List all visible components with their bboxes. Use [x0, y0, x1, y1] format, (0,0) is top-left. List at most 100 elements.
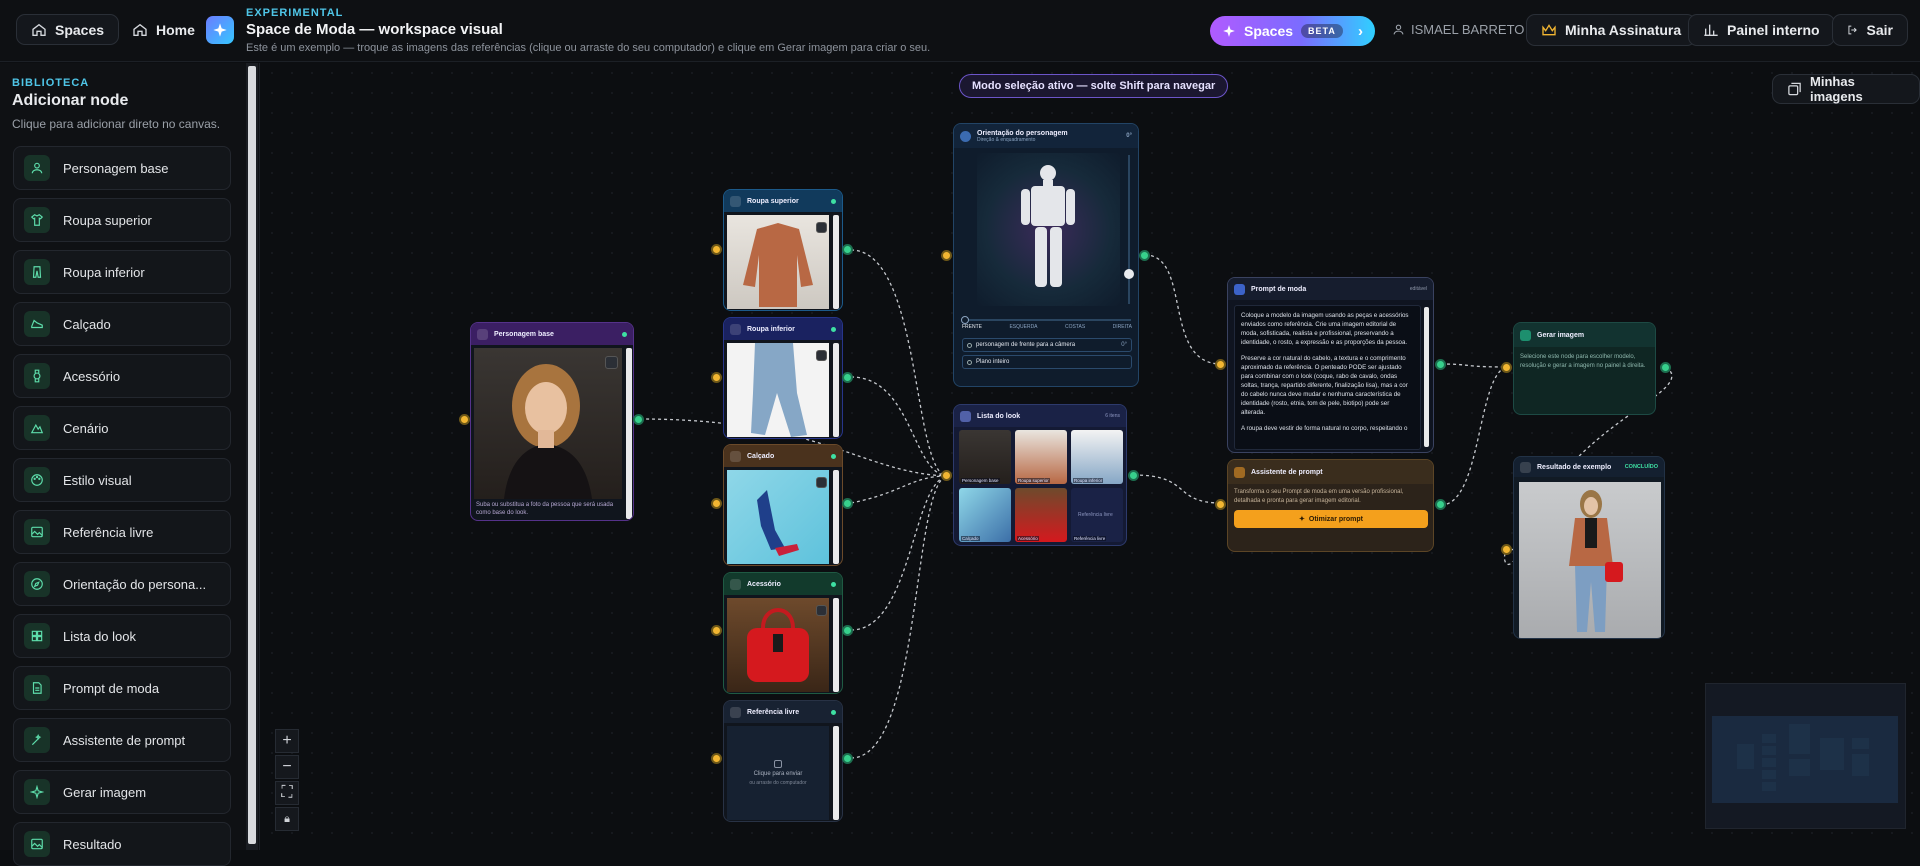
port-out-referencia-livre[interactable] — [842, 753, 853, 764]
look-item-thumb[interactable]: Roupa superior — [1015, 430, 1067, 484]
vertical-scrollbar[interactable] — [833, 726, 839, 820]
vertical-scrollbar[interactable] — [1424, 307, 1429, 447]
port-in-calcado[interactable] — [711, 498, 722, 509]
node-orientacao[interactable]: Orientação do personagem Direção & enqua… — [953, 123, 1139, 387]
vertical-scrollbar[interactable] — [833, 215, 839, 309]
sidebar-item-orienta-o-do-persona[interactable]: Orientação do persona... — [13, 562, 231, 606]
upload-dropzone[interactable]: Clique para enviar ou arraste do computa… — [727, 726, 829, 820]
my-images-button[interactable]: Minhas imagens — [1772, 74, 1920, 104]
sidebar-item-refer-ncia-livre[interactable]: Referência livre — [13, 510, 231, 554]
port-in-resultado[interactable] — [1501, 544, 1512, 555]
spaces-beta-button[interactable]: Spaces BETA › — [1210, 16, 1375, 46]
subscription-button[interactable]: Minha Assinatura — [1526, 14, 1697, 46]
sidebar-item-roupa-superior[interactable]: Roupa superior — [13, 198, 231, 242]
port-in-prompt[interactable] — [1215, 359, 1226, 370]
bag-image[interactable] — [727, 598, 829, 692]
user-menu[interactable]: ISMAEL BARRETO — [1392, 22, 1524, 37]
port-out-gerar[interactable] — [1660, 362, 1671, 373]
framing-option[interactable]: Plano inteiro — [962, 355, 1132, 369]
look-item-thumb[interactable]: Acessório — [1015, 488, 1067, 542]
personagem-photo[interactable] — [474, 348, 622, 499]
node-resultado[interactable]: Resultado de exemplo CONCLUÍDO — [1513, 456, 1665, 639]
port-in-acessorio[interactable] — [711, 625, 722, 636]
port-in-orientacao[interactable] — [941, 250, 952, 261]
node-canvas[interactable]: Modo seleção ativo — solte Shift para na… — [262, 63, 1920, 850]
image-edit-icon[interactable] — [816, 605, 827, 616]
vertical-scrollbar[interactable] — [833, 470, 839, 564]
look-item-thumb[interactable]: Calçado — [959, 488, 1011, 542]
view-label[interactable]: DIREITA — [1113, 324, 1132, 330]
camera-option[interactable]: personagem de frente para a câmera 0° — [962, 338, 1132, 352]
look-item-thumb[interactable]: Personagem base — [959, 430, 1011, 484]
sidebar-scroll-thumb[interactable] — [248, 66, 256, 844]
jacket-image[interactable] — [727, 215, 829, 309]
result-image[interactable] — [1519, 482, 1661, 638]
port-in-lista[interactable] — [941, 470, 952, 481]
look-item-thumb[interactable]: Roupa inferior — [1071, 430, 1123, 484]
logout-button[interactable]: Sair — [1832, 14, 1908, 46]
image-edit-icon[interactable] — [816, 477, 827, 488]
port-out-orientacao[interactable] — [1139, 250, 1150, 261]
sidebar-item-roupa-inferior[interactable]: Roupa inferior — [13, 250, 231, 294]
port-out-acessorio[interactable] — [842, 625, 853, 636]
image-edit-icon[interactable] — [816, 222, 827, 233]
sidebar-item-lista-do-look[interactable]: Lista do look — [13, 614, 231, 658]
port-in-personagem[interactable] — [459, 414, 470, 425]
port-out-assistente[interactable] — [1435, 499, 1446, 510]
node-prompt-de-moda[interactable]: Prompt de moda editável Coloque a modelo… — [1227, 277, 1434, 453]
vertical-scrollbar[interactable] — [626, 348, 632, 519]
sidebar-item-assistente-de-prompt[interactable]: Assistente de prompt — [13, 718, 231, 762]
view-label[interactable]: COSTAS — [1065, 324, 1085, 330]
internal-panel-button[interactable]: Painel interno — [1688, 14, 1835, 46]
sidebar-item-prompt-de-moda[interactable]: Prompt de moda — [13, 666, 231, 710]
view-label[interactable]: FRENTE — [962, 324, 982, 330]
home-button[interactable]: Home — [118, 14, 209, 45]
vertical-scrollbar[interactable] — [833, 343, 839, 437]
zoom-out-button[interactable]: − — [275, 755, 299, 779]
node-gerar-imagem[interactable]: Gerar imagem Selecione este node para es… — [1513, 322, 1656, 415]
view-label[interactable]: ESQUERDA — [1009, 324, 1037, 330]
pose-viewport[interactable] — [977, 153, 1120, 306]
optimize-prompt-button[interactable]: ✦ Otimizar prompt — [1234, 510, 1428, 528]
node-referencia-livre[interactable]: Referência livre Clique para enviar ou a… — [723, 700, 843, 822]
sidebar-item-cal-ado[interactable]: Calçado — [13, 302, 231, 346]
node-lista-do-look[interactable]: Lista do look 6 itens Personagem base Rou… — [953, 404, 1127, 546]
vertical-scrollbar[interactable] — [833, 598, 839, 692]
lock-icon[interactable]: 🔒︎ — [275, 807, 299, 831]
port-in-roupa-superior[interactable] — [711, 244, 722, 255]
heels-image[interactable] — [727, 470, 829, 564]
fit-view-button[interactable]: ⛶ — [275, 781, 299, 805]
node-personagem-base[interactable]: Personagem base Suba ou substitua a foto… — [470, 322, 634, 521]
zoom-slider-handle[interactable] — [1124, 269, 1134, 279]
node-roupa-inferior[interactable]: Roupa inferior — [723, 317, 843, 439]
image-edit-icon[interactable] — [605, 356, 618, 369]
sidebar-item-acess-rio[interactable]: Acessório — [13, 354, 231, 398]
jeans-image[interactable] — [727, 343, 829, 437]
port-out-calcado[interactable] — [842, 498, 853, 509]
port-in-assistente[interactable] — [1215, 499, 1226, 510]
port-in-gerar[interactable] — [1501, 362, 1512, 373]
node-calcado[interactable]: Calçado — [723, 444, 843, 566]
sidebar-item-estilo-visual[interactable]: Estilo visual — [13, 458, 231, 502]
rotation-slider-track[interactable] — [964, 319, 1131, 321]
zoom-in-button[interactable]: + — [275, 729, 299, 753]
node-acessorio[interactable]: Acessório — [723, 572, 843, 694]
rotation-slider-handle[interactable] — [961, 316, 969, 324]
zoom-slider-track[interactable] — [1128, 155, 1130, 304]
sidebar-item-resultado[interactable]: Resultado — [13, 822, 231, 866]
sidebar-item-gerar-imagem[interactable]: Gerar imagem — [13, 770, 231, 814]
image-edit-icon[interactable] — [816, 350, 827, 361]
port-out-prompt[interactable] — [1435, 359, 1446, 370]
port-out-roupa-superior[interactable] — [842, 244, 853, 255]
prompt-textarea[interactable]: Coloque a modelo da imagem usando as peç… — [1234, 305, 1421, 450]
sidebar-item-cen-rio[interactable]: Cenário — [13, 406, 231, 450]
port-in-referencia-livre[interactable] — [711, 753, 722, 764]
sidebar-item-personagem-base[interactable]: Personagem base — [13, 146, 231, 190]
node-assistente-prompt[interactable]: Assistente de prompt Transforma o seu Pr… — [1227, 459, 1434, 552]
node-roupa-superior[interactable]: Roupa superior — [723, 189, 843, 311]
port-out-lista[interactable] — [1128, 470, 1139, 481]
port-in-roupa-inferior[interactable] — [711, 372, 722, 383]
spaces-nav-button[interactable]: Spaces — [16, 14, 120, 45]
canvas-minimap[interactable] — [1705, 683, 1906, 829]
port-out-roupa-inferior[interactable] — [842, 372, 853, 383]
